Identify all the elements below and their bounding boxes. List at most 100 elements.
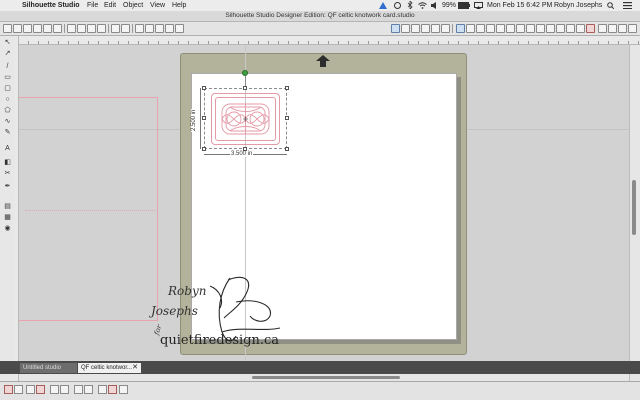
sync-icon[interactable] xyxy=(394,2,401,9)
menu-help[interactable]: Help xyxy=(172,1,186,10)
offscreen-page-outline xyxy=(19,97,158,321)
fill-gradient-icon[interactable] xyxy=(476,24,485,33)
text-style-icon[interactable] xyxy=(556,24,565,33)
replicate-icon[interactable] xyxy=(516,24,525,33)
close-tab-icon[interactable]: ✕ xyxy=(132,363,138,373)
battery-icon[interactable] xyxy=(458,2,470,9)
cut-style-icon[interactable] xyxy=(598,24,607,33)
fit-to-window-icon[interactable] xyxy=(175,24,184,33)
menu-app-name[interactable]: Silhouette Studio xyxy=(22,1,80,10)
make-compound-icon[interactable] xyxy=(26,385,35,394)
volume-icon[interactable] xyxy=(431,2,439,9)
airplay-icon[interactable] xyxy=(474,2,483,9)
layers-icon[interactable]: ▤ xyxy=(3,202,12,211)
knife-tool-icon[interactable]: ✂ xyxy=(3,169,12,178)
cut-settings-icon[interactable] xyxy=(431,24,440,33)
zoom-out-icon[interactable] xyxy=(145,24,154,33)
offset-icon[interactable] xyxy=(536,24,545,33)
eraser-tool-icon[interactable]: ◧ xyxy=(3,158,12,167)
open-library-icon[interactable] xyxy=(13,24,22,33)
fill-color-icon[interactable] xyxy=(466,24,475,33)
bring-to-front-icon[interactable] xyxy=(50,385,59,394)
user-name[interactable]: Robyn Josephs xyxy=(554,1,602,10)
resize-handle-bl[interactable] xyxy=(202,147,206,151)
menu-view[interactable]: View xyxy=(150,1,165,10)
polygon-tool-icon[interactable]: ⬠ xyxy=(3,106,12,115)
rounded-rect-tool-icon[interactable]: ▢ xyxy=(3,84,12,93)
menu-file[interactable]: File xyxy=(87,1,98,10)
line-style-icon[interactable] xyxy=(456,24,465,33)
menu-object[interactable]: Object xyxy=(123,1,143,10)
line-color-icon[interactable] xyxy=(496,24,505,33)
text-tool-icon[interactable]: A xyxy=(3,144,12,153)
weld-icon[interactable] xyxy=(74,385,83,394)
save-icon[interactable] xyxy=(33,24,42,33)
eyedropper-tool-icon[interactable]: ✒ xyxy=(3,182,12,191)
offset-action-icon[interactable] xyxy=(84,385,93,394)
open-file-icon[interactable] xyxy=(23,24,32,33)
clock[interactable]: Mon Feb 15 6:42 PM xyxy=(487,1,552,10)
save-as-icon[interactable] xyxy=(43,24,52,33)
rotate-handle[interactable] xyxy=(242,70,248,76)
tab-untitled-studio[interactable]: Untitled studio xyxy=(20,363,77,373)
vertical-scroll-thumb[interactable] xyxy=(632,180,636,235)
trace-icon[interactable] xyxy=(546,24,555,33)
battery-percent: 99% xyxy=(442,2,457,9)
store-icon[interactable] xyxy=(576,24,585,33)
silhouette-store-icon[interactable] xyxy=(586,24,595,33)
ungroup-icon[interactable] xyxy=(14,385,23,394)
knife-icon[interactable] xyxy=(618,24,627,33)
zoom-in-icon[interactable] xyxy=(135,24,144,33)
delete-icon[interactable] xyxy=(97,24,106,33)
select-tool-icon[interactable]: ↖ xyxy=(3,38,12,47)
send-to-silhouette-icon[interactable] xyxy=(441,24,450,33)
eraser-icon[interactable] xyxy=(628,24,637,33)
release-compound-icon[interactable] xyxy=(36,385,45,394)
spotlight-search-icon[interactable] xyxy=(607,2,614,9)
group-icon[interactable] xyxy=(4,385,13,394)
fill-pattern-icon[interactable] xyxy=(486,24,495,33)
horizontal-scroll-thumb[interactable] xyxy=(252,376,400,379)
transform-icon[interactable] xyxy=(506,24,515,33)
wifi-icon[interactable] xyxy=(418,2,427,9)
resize-handle-l[interactable] xyxy=(202,116,206,120)
tab-qf-celtic-knotwork[interactable]: QF celtic knotwor... ✕ xyxy=(78,363,141,373)
curve-tool-icon[interactable]: ∿ xyxy=(3,117,12,126)
pan-icon[interactable] xyxy=(165,24,174,33)
cut-icon[interactable] xyxy=(67,24,76,33)
bluetooth-icon[interactable] xyxy=(407,1,413,9)
resize-handle-tl[interactable] xyxy=(202,86,206,90)
ellipse-tool-icon[interactable]: ○ xyxy=(3,95,12,104)
resize-handle-r[interactable] xyxy=(285,116,289,120)
send-to-back-icon[interactable] xyxy=(60,385,69,394)
copy-icon[interactable] xyxy=(77,24,86,33)
modify-icon[interactable] xyxy=(526,24,535,33)
notification-center-icon[interactable] xyxy=(623,2,632,9)
paste-icon[interactable] xyxy=(87,24,96,33)
resize-handle-tr[interactable] xyxy=(285,86,289,90)
edit-points-icon[interactable]: ↗ xyxy=(3,49,12,58)
registration-marks-icon[interactable] xyxy=(421,24,430,33)
library-panel-icon[interactable]: ▦ xyxy=(3,213,12,222)
freehand-tool-icon[interactable]: ✎ xyxy=(3,128,12,137)
undo-icon[interactable] xyxy=(111,24,120,33)
sketch-icon[interactable] xyxy=(608,24,617,33)
page-setup-icon[interactable] xyxy=(401,24,410,33)
new-document-icon[interactable] xyxy=(3,24,12,33)
grid-settings-icon[interactable] xyxy=(411,24,420,33)
menu-edit[interactable]: Edit xyxy=(104,1,116,10)
duplicate-icon[interactable] xyxy=(98,385,107,394)
align-icon[interactable] xyxy=(119,385,128,394)
print-icon[interactable] xyxy=(53,24,62,33)
redo-icon[interactable] xyxy=(121,24,130,33)
upload-icon[interactable] xyxy=(379,2,387,9)
line-tool-icon[interactable]: / xyxy=(3,62,12,71)
resize-handle-br[interactable] xyxy=(285,147,289,151)
design-view-icon[interactable] xyxy=(391,24,400,33)
rectangle-tool-icon[interactable]: ▭ xyxy=(3,73,12,82)
library-icon[interactable] xyxy=(566,24,575,33)
globe-icon[interactable]: ◉ xyxy=(3,224,12,233)
resize-handle-t[interactable] xyxy=(243,86,247,90)
delete-object-icon[interactable] xyxy=(108,385,117,394)
zoom-select-icon[interactable] xyxy=(155,24,164,33)
